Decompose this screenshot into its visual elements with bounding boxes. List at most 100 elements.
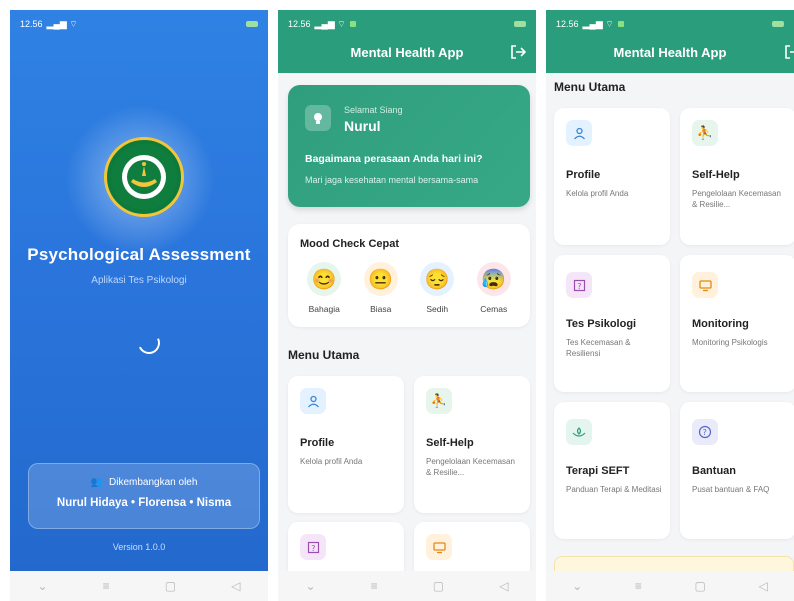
quiz-icon: ? — [566, 272, 592, 298]
chevron-down-icon[interactable]: ⌄ — [306, 579, 316, 593]
greeting-question: Bagaimana perasaan Anda hari ini? — [305, 153, 483, 165]
menu-card-self-help[interactable]: ⛹ Self-Help Pengelolaan Kecemasan & Resi… — [680, 108, 794, 245]
mood-sad-button[interactable]: 😔 Sedih — [411, 262, 463, 314]
mood-label: Cemas — [480, 304, 508, 314]
card-title: Profile — [566, 169, 601, 181]
anxious-face-icon: 😰 — [476, 262, 511, 296]
sad-face-icon: 😔 — [420, 262, 455, 296]
system-nav-bar: ⌄ ≡ ▢ ◁ — [278, 571, 536, 601]
app-title: Psychological Assessment — [27, 245, 251, 264]
status-time: 12.56 — [288, 19, 311, 29]
card-title: Self-Help — [692, 169, 740, 181]
mood-check-title: Mood Check Cepat — [300, 238, 400, 250]
menu-card-bantuan[interactable]: ? Bantuan Pusat bantuan & FAQ — [680, 402, 794, 539]
logout-icon[interactable] — [784, 45, 794, 59]
card-title: Self-Help — [426, 437, 474, 449]
signal-icon: ▂▄▆ ⌔ — [314, 18, 346, 29]
status-bar: 12.56 ▂▄▆ ⌔ — [10, 10, 268, 38]
person-icon — [566, 120, 592, 146]
system-nav-bar: ⌄ ≡ ▢ ◁ — [10, 571, 268, 601]
seal-emblem-icon — [111, 144, 177, 210]
mood-label: Bahagia — [308, 304, 340, 314]
mood-check-card: Mood Check Cepat 😊 Bahagia 😐 Biasa 😔 Sed… — [288, 224, 530, 327]
monitor-icon — [426, 534, 452, 560]
menu-card-profile[interactable]: Profile Kelola profil Anda — [554, 108, 670, 245]
card-title: Bantuan — [692, 465, 736, 477]
mood-neutral-button[interactable]: 😐 Biasa — [355, 262, 407, 314]
battery-icon — [772, 21, 784, 27]
app-bar-title: Mental Health App — [350, 45, 464, 60]
help-icon: ? — [692, 419, 718, 445]
dashboard-screen: 12.56 ▂▄▆ ⌔ Mental Health App Selamat Sia… — [278, 10, 536, 601]
menu-icon[interactable]: ≡ — [371, 579, 378, 593]
card-subtitle: Pusat bantuan & FAQ — [692, 485, 770, 494]
svg-text:?: ? — [577, 282, 581, 291]
menu-icon[interactable]: ≡ — [635, 579, 642, 593]
group-icon: 👥 — [90, 477, 104, 488]
neutral-face-icon: 😐 — [363, 262, 398, 296]
mood-anxious-button[interactable]: 😰 Cemas — [468, 262, 520, 314]
menu-card-tes-psikologi[interactable]: ? Tes Psikologi Tes Kecemasan & Resilien… — [554, 255, 670, 392]
chevron-down-icon[interactable]: ⌄ — [38, 579, 48, 593]
monitor-icon — [692, 272, 718, 298]
menu-section-title: Menu Utama — [554, 80, 626, 94]
menu-card-monitoring[interactable]: Monitoring Monitoring Psikologis — [680, 255, 794, 392]
system-nav-bar: ⌄ ≡ ▢ ◁ — [546, 571, 794, 601]
logout-icon[interactable] — [510, 45, 526, 59]
mood-options: 😊 Bahagia 😐 Biasa 😔 Sedih 😰 Cemas — [296, 262, 522, 314]
svg-text:?: ? — [311, 544, 315, 553]
signal-icon: ▂▄▆ ⌔ — [582, 18, 614, 29]
menu-section-title: Menu Utama — [288, 348, 360, 362]
menu-card-terapi-seft[interactable]: Terapi SEFT Panduan Terapi & Meditasi — [554, 402, 670, 539]
app-bar-title: Mental Health App — [613, 45, 727, 60]
back-icon[interactable]: ◁ — [499, 579, 508, 593]
back-icon[interactable]: ◁ — [231, 579, 240, 593]
card-subtitle: Pengelolaan Kecemasan & Resilie... — [692, 189, 781, 209]
bulb-icon — [305, 105, 331, 131]
meditation-icon: ⛹ — [426, 388, 452, 414]
happy-face-icon: 😊 — [307, 262, 342, 296]
developer-names: Nurul Hidaya • Florensa • Nisma — [56, 497, 232, 509]
card-title: Monitoring — [692, 318, 749, 330]
chevron-down-icon[interactable]: ⌄ — [572, 579, 582, 593]
card-subtitle: Pengelolaan Kecemasan & Resilie... — [426, 457, 515, 477]
menu-screen: 12.56 ▂▄▆ ⌔ Mental Health App Menu Utama … — [546, 10, 794, 601]
status-bar: 12.56 ▂▄▆ ⌔ — [278, 10, 536, 38]
home-icon[interactable]: ▢ — [433, 579, 444, 593]
status-time: 12.56 — [20, 19, 43, 29]
back-icon[interactable]: ◁ — [758, 579, 767, 593]
app-subtitle: Aplikasi Tes Psikologi — [91, 275, 187, 286]
meditation-icon: ⛹ — [692, 120, 718, 146]
mood-happy-button[interactable]: 😊 Bahagia — [298, 262, 350, 314]
greeting-name: Nurul — [344, 118, 381, 134]
status-bar: 12.56 ▂▄▆ ⌔ — [546, 10, 794, 38]
card-subtitle: Kelola profil Anda — [566, 189, 629, 198]
person-icon — [300, 388, 326, 414]
card-subtitle: Kelola profil Anda — [300, 457, 363, 466]
card-title: Tes Psikologi — [566, 318, 637, 330]
menu-icon[interactable]: ≡ — [103, 579, 110, 593]
signal-icon: ▂▄▆ ⌔ — [46, 18, 78, 29]
card-subtitle: Panduan Terapi & Meditasi — [566, 485, 662, 494]
status-time: 12.56 — [556, 19, 579, 29]
card-title: Profile — [300, 437, 335, 449]
home-icon[interactable]: ▢ — [695, 579, 706, 593]
mood-label: Biasa — [370, 304, 392, 314]
loading-spinner-icon — [134, 328, 164, 358]
battery-icon — [514, 21, 526, 27]
screenshot-collage: 12.56 ▂▄▆ ⌔ Psychological Assessment Apli… — [0, 0, 794, 601]
home-icon[interactable]: ▢ — [165, 579, 176, 593]
greeting-time: Selamat Siang — [344, 105, 403, 115]
splash-background: 12.56 ▂▄▆ ⌔ Psychological Assessment Apli… — [10, 10, 268, 571]
version-label: Version 1.0.0 — [112, 542, 166, 552]
greeting-tagline: Mari jaga kesehatan mental bersama-sama — [305, 175, 479, 185]
app-bar: 12.56 ▂▄▆ ⌔ Mental Health App — [278, 10, 536, 73]
svg-text:?: ? — [703, 428, 707, 437]
mood-label: Sedih — [426, 304, 449, 314]
developed-by-label: Dikembangkan oleh — [109, 477, 198, 488]
menu-card-profile[interactable]: Profile Kelola profil Anda — [288, 376, 404, 513]
battery-icon — [246, 21, 258, 27]
greeting-card: Selamat Siang Nurul Bagaimana perasaan A… — [288, 85, 530, 207]
card-subtitle: Monitoring Psikologis — [692, 338, 768, 347]
menu-card-self-help[interactable]: ⛹ Self-Help Pengelolaan Kecemasan & Resi… — [414, 376, 530, 513]
